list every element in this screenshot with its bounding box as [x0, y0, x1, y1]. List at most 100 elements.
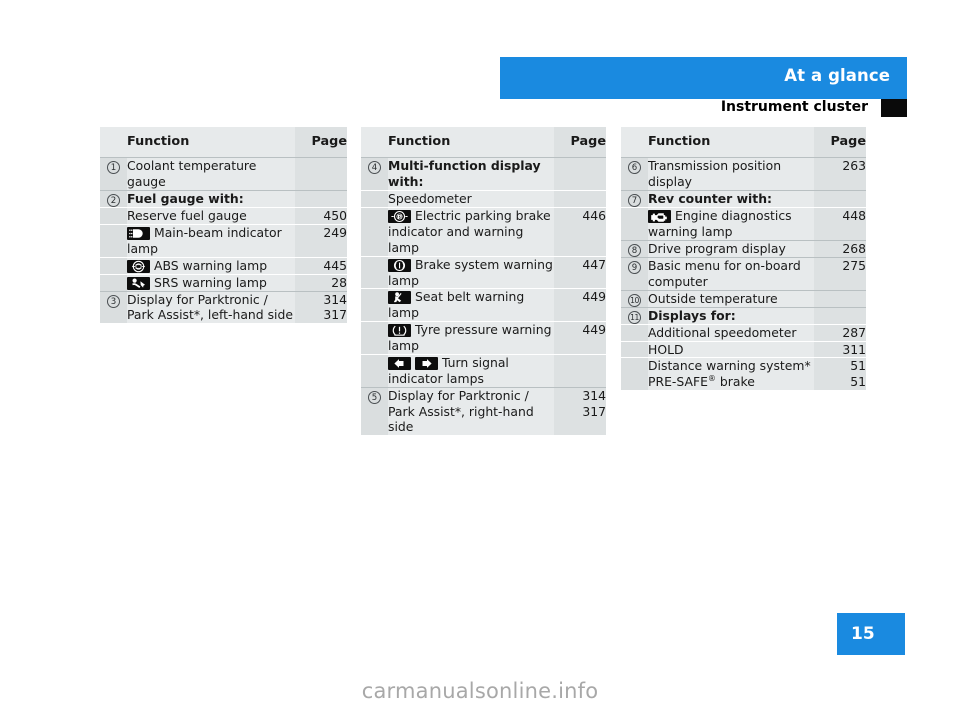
row-page-cell: 449	[554, 321, 606, 355]
row-function-cell: Reserve fuel gauge	[127, 207, 295, 225]
table-row: 9 Basic menu for on-board computer 275	[621, 256, 866, 291]
table-body: Function Page 4 Multi-function display with…	[361, 127, 606, 436]
row-index-cell	[100, 224, 127, 258]
table-row: Speedometer	[361, 190, 606, 208]
header-page-cell: Page	[554, 127, 606, 158]
item-number-badge: 10	[628, 293, 641, 307]
row-page-cell: 263	[814, 157, 866, 191]
row-page-cell: 268	[814, 239, 866, 258]
table-header-row: Function Page	[100, 127, 347, 158]
row-index-cell	[100, 256, 127, 275]
row-index-cell: 9	[621, 256, 648, 291]
row-page-cell	[554, 190, 606, 208]
table-row: Additional speedometer 287	[621, 323, 866, 341]
row-page-cell: 449	[554, 288, 606, 322]
row-index-cell: 1	[100, 157, 127, 191]
svg-text:P: P	[397, 215, 401, 221]
table-row: 7 Rev counter with:	[621, 190, 866, 208]
table-row: Engine diagnostics warning lamp 448	[621, 207, 866, 241]
seat-belt-warning-lamp-icon	[388, 291, 411, 305]
row-page-cell: 445	[295, 256, 347, 275]
header-page-cell: Page	[814, 127, 866, 158]
table-row: 6 Transmission position display 263	[621, 157, 866, 191]
table-row: 8 Drive program display 268	[621, 239, 866, 258]
table-row: P Electric parking brake indicator and w…	[361, 207, 606, 257]
header-index-cell	[361, 127, 388, 158]
table-row: 4 Multi-function display with:	[361, 157, 606, 191]
row-function-cell: Coolant temperature gauge	[127, 157, 295, 191]
row-function-cell: Basic menu for on-board computer	[648, 256, 814, 291]
table-row: Reserve fuel gauge 450	[100, 207, 347, 225]
row-page-cell: 287	[814, 323, 866, 341]
row-index-cell: 7	[621, 190, 648, 208]
row-index-cell	[100, 273, 127, 291]
turn-signal-right-icon	[415, 356, 438, 370]
row-page-cell: 311	[814, 340, 866, 358]
table-row: HOLD 311	[621, 340, 866, 358]
row-function-cell: Drive program display	[648, 239, 814, 258]
row-function-cell: SRS warning lamp	[127, 273, 295, 291]
table-row: 3 Display for Parktronic / Park Assist*, l…	[100, 290, 347, 324]
tyre-pressure-warning-lamp-icon	[388, 324, 411, 338]
row-index-cell	[100, 207, 127, 225]
main-beam-lamp-icon	[127, 227, 150, 240]
row-index-cell	[361, 353, 388, 388]
row-index-cell	[361, 288, 388, 322]
turn-signal-left-icon	[388, 356, 411, 370]
row-function-cell: Fuel gauge with:	[127, 190, 295, 208]
row-page-cell: 249	[295, 224, 347, 258]
row-index-cell: 11	[621, 306, 648, 325]
table-body: Function Page 6 Transmission position displ…	[621, 127, 866, 391]
row-function-cell: Additional speedometer	[648, 323, 814, 341]
row-index-cell	[621, 323, 648, 341]
row-page-cell: 51 51	[814, 357, 866, 391]
row-page-cell: 446	[554, 207, 606, 257]
row-function-cell: Transmission position display	[648, 157, 814, 191]
row-page-cell: 28	[295, 273, 347, 291]
item-number-badge: 4	[368, 161, 381, 175]
header-page-cell: Page	[295, 127, 347, 158]
row-function-cell: Engine diagnostics warning lamp	[648, 207, 814, 241]
item-number-badge: 3	[107, 294, 120, 308]
page-subheader: Instrument cluster	[500, 99, 907, 119]
item-number-badge: 8	[628, 243, 641, 257]
row-page-cell	[814, 190, 866, 208]
chapter-marker	[881, 99, 907, 117]
header-index-cell	[100, 127, 127, 158]
table-row: Seat belt warning lamp 449	[361, 288, 606, 322]
row-index-cell: 4	[361, 157, 388, 191]
row-function-cell: Main-beam indicator lamp	[127, 224, 295, 258]
row-index-cell	[621, 207, 648, 241]
item-number-badge: 2	[107, 194, 120, 208]
header-function-cell: Function	[127, 127, 295, 158]
row-page-cell	[295, 190, 347, 208]
row-page-cell: 447	[554, 255, 606, 289]
row-index-cell	[621, 340, 648, 358]
row-function-cell: Brake system warning lamp	[388, 255, 554, 289]
table-body: Function Page 1 Coolant temperature gauge 2 F…	[100, 127, 347, 324]
page-number-badge: 15	[837, 613, 905, 655]
table-row: Turn signal indicator lamps	[361, 353, 606, 388]
row-index-cell	[361, 321, 388, 355]
table-row: 11 Displays for:	[621, 306, 866, 325]
srs-warning-lamp-icon	[127, 276, 150, 290]
header-index-cell	[621, 127, 648, 158]
row-function-cell: Display for Parktronic / Park Assist*, le…	[127, 290, 295, 324]
row-function-cell: P Electric parking brake indicator and w…	[388, 207, 554, 257]
row-function-cell: Turn signal indicator lamps	[388, 353, 554, 388]
row-page-cell	[814, 289, 866, 308]
table-row: 5 Display for Parktronic / Park Assist*, r…	[361, 386, 606, 436]
item-number-badge: 7	[628, 194, 641, 208]
row-page-cell: 450	[295, 207, 347, 225]
row-index-cell: 5	[361, 386, 388, 436]
item-number-badge: 5	[368, 390, 381, 404]
row-index-cell: 6	[621, 157, 648, 191]
page-title: Instrument cluster	[720, 99, 868, 115]
row-function-cell: HOLD	[648, 340, 814, 358]
electric-parking-brake-lamp-icon: P	[388, 210, 411, 223]
row-function-cell: Distance warning system* PRE-SAFE® brake	[648, 357, 814, 391]
row-function-cell: Seat belt warning lamp	[388, 288, 554, 322]
row-function-cell: Tyre pressure warning lamp	[388, 321, 554, 355]
row-page-cell	[814, 306, 866, 325]
row-index-cell: 2	[100, 190, 127, 208]
